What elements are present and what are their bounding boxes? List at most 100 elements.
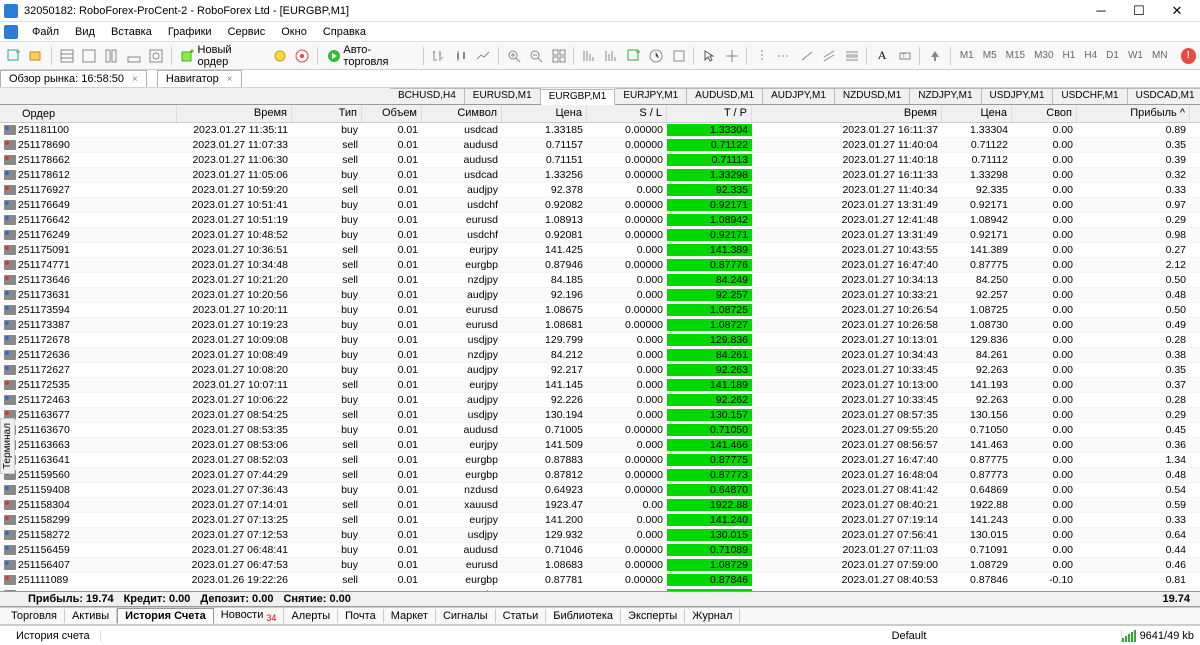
col-order[interactable]: Ордер <box>0 105 177 122</box>
terminal-tab[interactable]: Статьи <box>496 609 547 623</box>
chart-tab[interactable]: AUDJPY,M1 <box>763 88 835 104</box>
chart-tab[interactable]: BCHUSD,H4 <box>390 88 465 104</box>
table-row[interactable]: 2511725352023.01.27 10:07:11sell0.01eurj… <box>0 378 1200 393</box>
shift-icon[interactable] <box>602 46 621 66</box>
metaquotes-icon[interactable] <box>270 46 289 66</box>
table-row[interactable]: 2511747712023.01.27 10:34:48sell0.01eurg… <box>0 258 1200 273</box>
terminal-tab[interactable]: Почта <box>338 609 384 623</box>
table-row[interactable]: 2511766422023.01.27 10:51:19buy0.01eurus… <box>0 213 1200 228</box>
terminal-tab[interactable]: Новости 34 <box>214 608 285 624</box>
table-row[interactable]: 2511726782023.01.27 10:09:08buy0.01usdjp… <box>0 333 1200 348</box>
maximize-button[interactable]: ☐ <box>1120 1 1158 21</box>
auto-trading-button[interactable]: Авто-торговля <box>323 44 418 68</box>
table-row[interactable]: 2511582992023.01.27 07:13:25sell0.01eurj… <box>0 513 1200 528</box>
timeframe-H4[interactable]: H4 <box>1080 48 1101 63</box>
table-row[interactable]: 2511811002023.01.27 11:35:11buy0.01usdca… <box>0 123 1200 138</box>
arrow-up-icon[interactable] <box>925 46 944 66</box>
col-time2[interactable]: Время <box>752 105 942 122</box>
help-icon[interactable]: ! <box>1181 48 1197 64</box>
zoom-in-icon[interactable] <box>504 46 523 66</box>
new-chart-icon[interactable] <box>4 46 23 66</box>
table-row[interactable]: 2511636632023.01.27 08:53:06sell0.01eurj… <box>0 438 1200 453</box>
chart-tab[interactable]: NZDUSD,M1 <box>835 88 910 104</box>
close-button[interactable]: ✕ <box>1158 1 1196 21</box>
timeframe-W1[interactable]: W1 <box>1124 48 1147 63</box>
table-row[interactable]: 2511594082023.01.27 07:36:43buy0.01nzdus… <box>0 483 1200 498</box>
table-row[interactable]: 2511750912023.01.27 10:36:51sell0.01eurj… <box>0 243 1200 258</box>
chart-tab[interactable]: USDCAD,M1 <box>1128 88 1200 104</box>
table-row[interactable]: 2511595602023.01.27 07:44:29sell0.01eurg… <box>0 468 1200 483</box>
indicators-icon[interactable] <box>624 46 643 66</box>
timeframe-MN[interactable]: MN <box>1148 48 1172 63</box>
chart-tab[interactable]: EURJPY,M1 <box>615 88 687 104</box>
col-sl[interactable]: S / L <box>587 105 667 122</box>
table-row[interactable]: 2511736312023.01.27 10:20:56buy0.01audjp… <box>0 288 1200 303</box>
hline-icon[interactable] <box>775 46 794 66</box>
close-icon[interactable]: × <box>227 74 233 85</box>
col-tp[interactable]: T / P <box>667 105 752 122</box>
text-icon[interactable]: A <box>872 46 891 66</box>
profiles-icon[interactable] <box>26 46 45 66</box>
terminal-tab[interactable]: Маркет <box>384 609 436 623</box>
chart-tab[interactable]: AUDUSD,M1 <box>687 88 763 104</box>
chart-tab[interactable]: EURGBP,M1 <box>541 89 616 105</box>
table-row[interactable]: 2511762492023.01.27 10:48:52buy0.01usdch… <box>0 228 1200 243</box>
templates-icon[interactable] <box>669 46 688 66</box>
cursor-icon[interactable] <box>699 46 718 66</box>
table-row[interactable]: 2511564592023.01.27 06:48:41buy0.01audus… <box>0 543 1200 558</box>
col-profit[interactable]: Прибыль ^ <box>1077 105 1190 122</box>
expert-icon[interactable] <box>292 46 311 66</box>
col-time[interactable]: Время <box>177 105 292 122</box>
table-row[interactable]: 2511786622023.01.27 11:06:30sell0.01audu… <box>0 153 1200 168</box>
line-icon[interactable] <box>474 46 493 66</box>
table-row[interactable]: 2511786902023.01.27 11:07:33sell0.01audu… <box>0 138 1200 153</box>
col-swap[interactable]: Своп <box>1012 105 1077 122</box>
table-row[interactable]: 2511636772023.01.27 08:54:25sell0.01usdj… <box>0 408 1200 423</box>
close-icon[interactable]: × <box>132 74 138 85</box>
table-row[interactable]: 2511583042023.01.27 07:14:01sell0.01xauu… <box>0 498 1200 513</box>
table-row[interactable]: 2511636412023.01.27 08:52:03sell0.01eurg… <box>0 453 1200 468</box>
menu-вид[interactable]: Вид <box>67 24 103 40</box>
table-row[interactable]: 2511636702023.01.27 08:53:35buy0.01audus… <box>0 423 1200 438</box>
navigator-icon[interactable] <box>102 46 121 66</box>
chart-tab[interactable]: NZDJPY,M1 <box>910 88 981 104</box>
channel-icon[interactable] <box>820 46 839 66</box>
table-row[interactable]: 2511786122023.01.27 11:05:06buy0.01usdca… <box>0 168 1200 183</box>
menu-справка[interactable]: Справка <box>315 24 374 40</box>
table-row[interactable]: 2511733872023.01.27 10:19:23buy0.01eurus… <box>0 318 1200 333</box>
timeframe-M1[interactable]: M1 <box>956 48 978 63</box>
table-row[interactable]: 2511110892023.01.26 19:22:26sell0.01eurg… <box>0 573 1200 588</box>
timeframe-M5[interactable]: M5 <box>979 48 1001 63</box>
scroll-icon[interactable] <box>579 46 598 66</box>
chart-tab[interactable]: USDCHF,M1 <box>1053 88 1127 104</box>
table-row[interactable]: 2511726362023.01.27 10:08:49buy0.01nzdjp… <box>0 348 1200 363</box>
menu-файл[interactable]: Файл <box>24 24 67 40</box>
market-watch-icon[interactable] <box>57 46 76 66</box>
terminal-tab[interactable]: Алерты <box>284 609 338 623</box>
navigator-tab[interactable]: Навигатор× <box>157 70 242 87</box>
col-volume[interactable]: Объем <box>362 105 422 122</box>
chart-tab[interactable]: USDJPY,M1 <box>982 88 1054 104</box>
crosshair-icon[interactable] <box>722 46 741 66</box>
terminal-tab[interactable]: Сигналы <box>436 609 496 623</box>
periods-icon[interactable] <box>647 46 666 66</box>
table-row[interactable]: 2511582722023.01.27 07:12:53buy0.01usdjp… <box>0 528 1200 543</box>
timeframe-H1[interactable]: H1 <box>1059 48 1080 63</box>
terminal-icon[interactable] <box>124 46 143 66</box>
terminal-tab[interactable]: Активы <box>65 609 117 623</box>
menu-вставка[interactable]: Вставка <box>103 24 160 40</box>
col-price[interactable]: Цена <box>502 105 587 122</box>
strategy-tester-icon[interactable] <box>147 46 166 66</box>
table-row[interactable]: 2511735942023.01.27 10:20:11buy0.01eurus… <box>0 303 1200 318</box>
terminal-tab[interactable]: Эксперты <box>621 609 685 623</box>
candles-icon[interactable] <box>451 46 470 66</box>
terminal-tab[interactable]: История Счета <box>117 608 214 624</box>
col-price2[interactable]: Цена <box>942 105 1012 122</box>
table-row[interactable]: 2511736462023.01.27 10:21:20sell0.01nzdj… <box>0 273 1200 288</box>
table-row[interactable]: 2511726272023.01.27 10:08:20buy0.01audjp… <box>0 363 1200 378</box>
terminal-side-label[interactable]: Терминал <box>0 418 15 474</box>
market-watch-tab[interactable]: Обзор рынка: 16:58:50× <box>0 70 147 87</box>
chart-tab[interactable]: EURUSD,M1 <box>465 88 541 104</box>
timeframe-D1[interactable]: D1 <box>1102 48 1123 63</box>
new-order-button[interactable]: Новый ордер <box>177 44 267 68</box>
